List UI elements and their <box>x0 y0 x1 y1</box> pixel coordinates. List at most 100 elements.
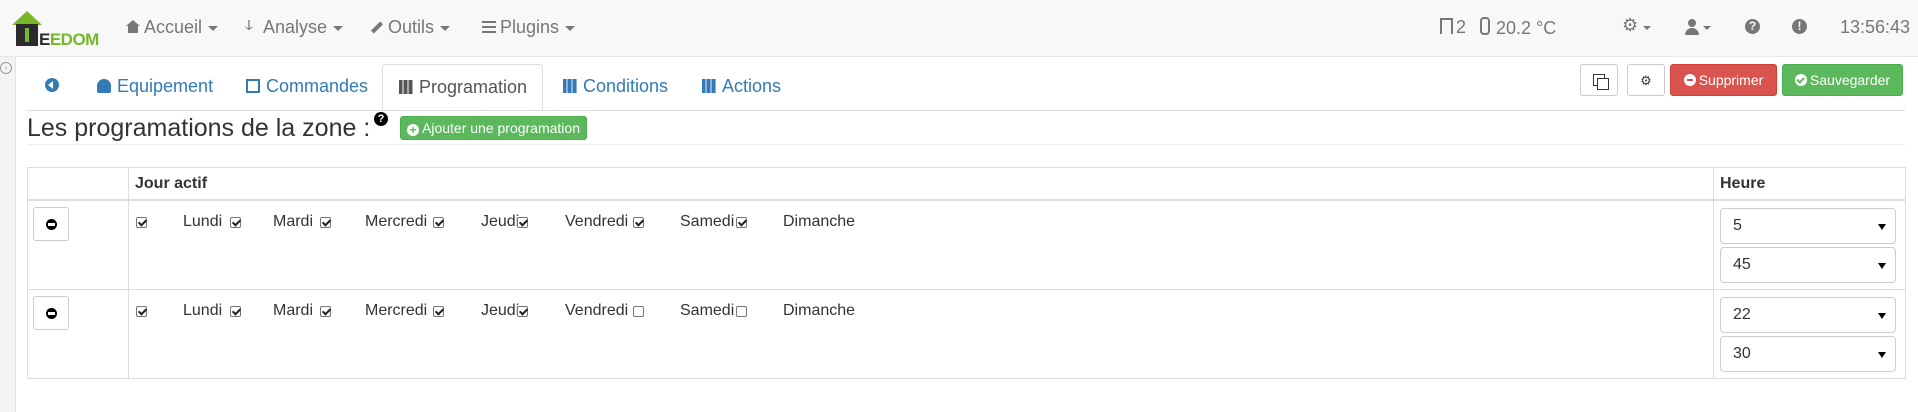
copy-icon <box>1593 74 1609 90</box>
add-programation-button[interactable]: + Ajouter une programation <box>400 116 587 140</box>
map-icon <box>399 80 413 94</box>
day-checkbox[interactable] <box>320 305 331 317</box>
left-gutter <box>0 57 16 412</box>
dropdown-arrow-icon <box>1878 262 1886 269</box>
expand-sidebar-icon[interactable]: › <box>0 62 12 74</box>
delete-button[interactable]: Supprimer <box>1670 64 1777 96</box>
tab-commandes[interactable]: Commandes <box>246 64 368 110</box>
day-label: Lundi <box>183 301 223 319</box>
tab-bar: Equipement Commandes Programation Condit… <box>27 64 1905 111</box>
jeedom-logo[interactable]: EEDOM <box>12 11 99 49</box>
help-icon[interactable]: ? <box>1745 19 1763 37</box>
day-checkbox[interactable] <box>230 216 241 228</box>
minus-circle-icon <box>46 307 57 319</box>
tab-programation[interactable]: Programation <box>382 64 543 110</box>
caret-down-icon <box>1703 26 1711 30</box>
day-checkbox[interactable] <box>230 305 241 317</box>
caret-down-icon <box>1643 26 1651 30</box>
tab-equipement[interactable]: Equipement <box>97 64 213 110</box>
delete-button-label: Supprimer <box>1698 72 1764 88</box>
tab-conditions[interactable]: Conditions <box>563 64 668 110</box>
day-checkbox[interactable] <box>633 216 644 228</box>
day-checkbox[interactable] <box>433 305 444 317</box>
nav-plugins-label: Plugins <box>500 17 560 37</box>
day-checkbox[interactable] <box>517 216 528 228</box>
door-icon <box>1440 18 1453 34</box>
table-row: Lundi Mardi Mercredi Jeudi Vendredi Same… <box>27 288 1906 379</box>
day-checkbox[interactable] <box>736 216 747 228</box>
nav-analyse[interactable]: Analyse <box>245 17 344 38</box>
save-button[interactable]: Sauvegarder <box>1782 64 1903 96</box>
info-icon[interactable]: ! <box>1792 19 1810 37</box>
nav-accueil-label: Accueil <box>144 17 203 37</box>
doors-count: 2 <box>1456 17 1467 37</box>
caret-down-icon <box>440 25 451 31</box>
hour-value: 22 <box>1733 305 1751 323</box>
day-label: Mercredi <box>365 212 428 230</box>
caret-down-icon <box>333 25 344 31</box>
days-cell: Lundi Mardi Mercredi Jeudi Vendredi Same… <box>128 288 1714 379</box>
list-icon <box>246 79 260 93</box>
row-actions-cell <box>27 199 129 290</box>
logo-roof <box>12 11 42 25</box>
day-checkbox[interactable] <box>517 305 528 317</box>
check-circle-icon <box>1794 74 1807 86</box>
plugins-icon <box>482 20 496 34</box>
save-button-label: Sauvegarder <box>1809 72 1891 88</box>
duplicate-button[interactable] <box>1580 64 1618 96</box>
dropdown-arrow-icon <box>1878 312 1886 319</box>
tab-commandes-label: Commandes <box>266 76 369 96</box>
day-checkbox[interactable] <box>633 305 644 317</box>
programation-table: Jour actif Heure Lundi Mardi Mercredi Je… <box>27 167 1906 379</box>
row-actions-cell <box>27 288 129 379</box>
gears-icon[interactable] <box>1622 15 1640 37</box>
header-empty <box>27 167 129 201</box>
hour-select[interactable]: 22 <box>1720 296 1896 333</box>
day-label: Vendredi <box>565 301 629 319</box>
minute-select[interactable]: 45 <box>1720 246 1896 283</box>
tab-actions-label: Actions <box>722 76 782 96</box>
tab-equipement-label: Equipement <box>117 76 214 96</box>
day-label: Jeudi <box>481 212 520 230</box>
day-label: Mardi <box>273 212 314 230</box>
remove-row-button[interactable] <box>33 206 69 241</box>
day-label: Vendredi <box>565 212 629 230</box>
day-label: Lundi <box>183 212 223 230</box>
hour-value: 5 <box>1733 216 1742 234</box>
question-icon[interactable]: ? <box>374 112 388 126</box>
day-label: Jeudi <box>481 301 520 319</box>
advanced-config-button[interactable] <box>1627 64 1665 96</box>
day-checkbox[interactable] <box>433 216 444 228</box>
minute-select[interactable]: 30 <box>1720 335 1896 372</box>
table-header-row: Jour actif Heure <box>27 167 1906 201</box>
minute-value: 30 <box>1733 344 1751 362</box>
caret-down-icon <box>208 25 219 31</box>
nav-outils-label: Outils <box>388 17 435 37</box>
pulse-icon <box>245 17 259 34</box>
day-checkbox[interactable] <box>736 305 747 317</box>
doors-status[interactable]: 2 <box>1440 17 1466 38</box>
minus-circle-icon <box>46 218 57 230</box>
thermometer-icon <box>1480 17 1490 35</box>
day-checkbox[interactable] <box>136 305 147 317</box>
wrench-icon <box>370 20 384 34</box>
hour-select[interactable]: 5 <box>1720 207 1896 244</box>
user-icon[interactable] <box>1685 19 1703 37</box>
temperature-value: 20.2 °C <box>1496 18 1557 38</box>
nav-plugins[interactable]: Plugins <box>482 17 576 38</box>
hour-cell: 22 30 <box>1713 288 1906 379</box>
remove-row-button[interactable] <box>33 295 69 330</box>
add-programation-label: Ajouter une programation <box>422 120 580 136</box>
day-label: Mardi <box>273 301 314 319</box>
day-checkbox[interactable] <box>136 216 147 228</box>
day-checkbox[interactable] <box>320 216 331 228</box>
home-icon <box>126 20 140 34</box>
tab-conditions-label: Conditions <box>583 76 669 96</box>
day-label: Samedi <box>680 212 735 230</box>
nav-accueil[interactable]: Accueil <box>126 17 219 38</box>
nav-analyse-label: Analyse <box>263 17 328 37</box>
tab-actions[interactable]: Actions <box>702 64 781 110</box>
nav-outils[interactable]: Outils <box>370 17 451 38</box>
tab-back[interactable] <box>45 64 59 110</box>
temperature-status[interactable]: 20.2 °C <box>1480 17 1556 39</box>
